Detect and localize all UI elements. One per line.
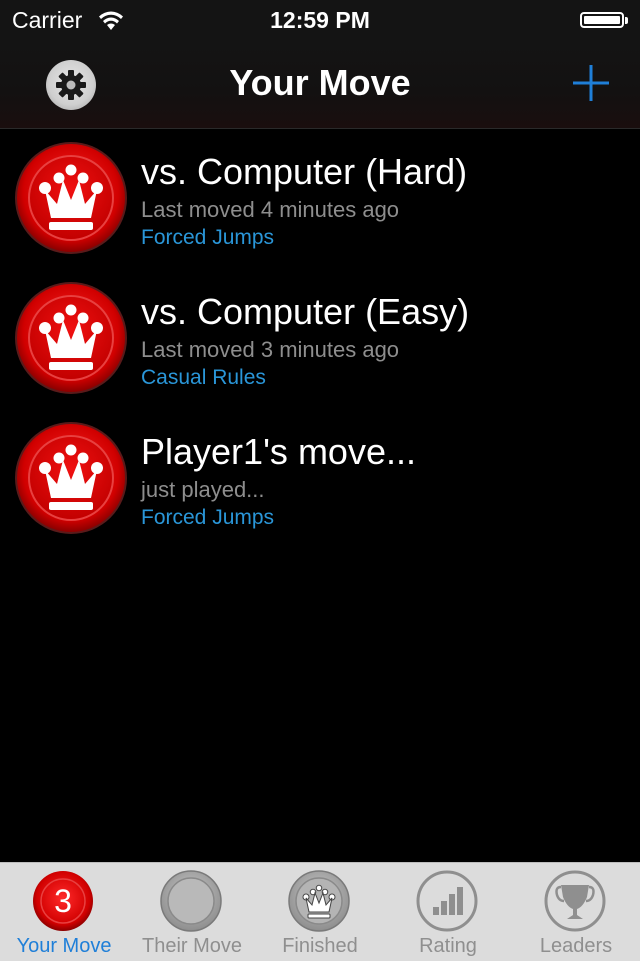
tab-their-move[interactable]: Their Move [128, 863, 256, 961]
game-title: vs. Computer (Hard) [141, 151, 468, 192]
tab-label: Finished [282, 935, 358, 957]
plus-icon [573, 65, 609, 101]
game-rules: Forced Jumps [141, 506, 275, 529]
game-title: Player1's move... [141, 431, 416, 472]
tab-finished[interactable]: Finished [256, 863, 384, 961]
tab-bar: 3 Your Move Their Move Finished Rating L… [0, 862, 640, 961]
trophy-icon [544, 870, 606, 932]
tab-label: Your Move [16, 935, 112, 957]
game-last-moved: Last moved 3 minutes ago [141, 337, 400, 362]
battery-icon [580, 12, 624, 28]
tab-label: Leaders [539, 935, 613, 957]
clock: 12:59 PM [270, 7, 370, 33]
tab-label: Their Move [141, 935, 243, 957]
red-king-checker-icon [15, 422, 127, 534]
gray-checker-icon [160, 870, 222, 932]
red-checker-badge-icon: 3 [33, 871, 93, 931]
tab-rating[interactable]: Rating [384, 863, 512, 961]
red-king-checker-icon [15, 142, 127, 254]
game-last-moved: just played... [141, 477, 265, 502]
game-row[interactable]: vs. Computer (Hard) Last moved 4 minutes… [0, 129, 640, 269]
game-title: vs. Computer (Easy) [141, 291, 470, 332]
status-bar: Carrier 12:59 PM [0, 0, 640, 40]
game-row[interactable]: vs. Computer (Easy) Last moved 3 minutes… [0, 269, 640, 409]
add-game-button[interactable] [568, 60, 614, 106]
bar-chart-icon [416, 870, 478, 932]
battery-tip [625, 17, 628, 24]
navigation-bar: Your Move [0, 40, 640, 129]
game-rules: Casual Rules [141, 366, 266, 389]
game-list: vs. Computer (Hard) Last moved 4 minutes… [0, 129, 640, 549]
gray-king-checker-icon [288, 870, 350, 932]
game-last-moved: Last moved 4 minutes ago [141, 197, 400, 222]
tab-badge-count: 3 [54, 883, 72, 919]
game-rules: Forced Jumps [141, 226, 275, 249]
tab-leaders[interactable]: Leaders [512, 863, 640, 961]
red-king-checker-icon [15, 282, 127, 394]
tab-label: Rating [419, 935, 477, 957]
page-title: Your Move [229, 62, 411, 103]
tab-your-move[interactable]: 3 Your Move [0, 863, 128, 961]
game-row[interactable]: Player1's move... just played... Forced … [0, 409, 640, 549]
